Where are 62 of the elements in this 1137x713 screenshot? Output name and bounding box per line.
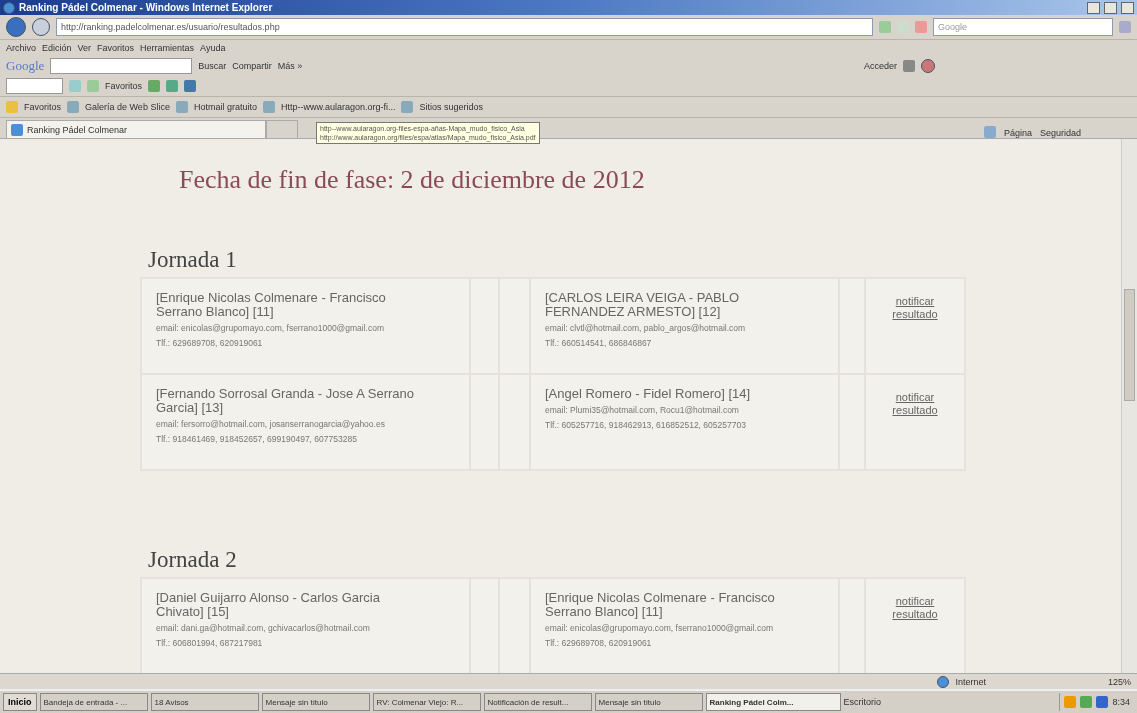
team-phone: Tlf.: 918461469, 918452657, 699190497, 607753285 <box>156 433 358 445</box>
menu-item[interactable]: Archivo <box>6 43 36 53</box>
favorites-link[interactable]: Hotmail gratuito <box>193 102 257 112</box>
toolbar-button[interactable]: Más » <box>277 61 303 71</box>
zone-label: Internet <box>955 676 986 687</box>
address-field[interactable]: http://ranking.padelcolmenar.es/usuario/resultados.php <box>56 18 873 36</box>
toolbar-field[interactable] <box>6 78 63 94</box>
desktop-toolbar[interactable]: Escritorio <box>843 697 882 707</box>
taskbar-item[interactable]: RV: Colmenar Viejo: R... <box>372 693 481 711</box>
close-button[interactable] <box>1121 1 1134 14</box>
team-email: email: fersorro@hotmail.com, josanserranogarcia@yahoo.es <box>156 418 386 430</box>
team-phone: Tlf.: 606801994, 687217981 <box>156 637 264 649</box>
menu-item[interactable]: Favoritos <box>97 43 135 53</box>
taskbar-item[interactable]: Notificación de result... <box>483 693 592 711</box>
window-title: Ranking Pádel Colmenar - Windows Internet Explorer <box>19 2 274 13</box>
team-phone: Tlf.: 629689708, 620919061 <box>545 637 653 649</box>
team-name: [Angel Romero - Fidel Romero] [14] <box>545 387 752 401</box>
favorites-link[interactable]: Galería de Web Slice <box>85 102 170 112</box>
toolbar-search-field[interactable] <box>50 58 193 74</box>
taskbar-item[interactable]: Mensaje sin título <box>261 693 370 711</box>
team-phone: Tlf.: 660514541, 686846867 <box>545 337 653 349</box>
toolbar-button[interactable]: Compartir <box>232 61 272 71</box>
team-name: [Fernando Sorrosal Granda - Jose A Serrano Garcia] [13] <box>156 387 415 415</box>
team-phone: Tlf.: 605257716, 918462913, 616852512, 605257703 <box>545 419 747 431</box>
zoom-level[interactable]: 125% <box>1107 676 1131 687</box>
tab-label: Ranking Pádel Colmenar <box>27 124 128 135</box>
toolbar-button[interactable]: Buscar <box>198 61 227 71</box>
toolbar-logo: Google <box>6 58 45 74</box>
minimize-button[interactable] <box>1087 1 1100 14</box>
team-email: email: clvtl@hotmail.com, pablo_argos@hotmail.com <box>545 322 747 334</box>
browser-tab[interactable]: Ranking Pádel Colmenar <box>6 120 266 138</box>
team-email: email: dani.ga@hotmail.com, gchivacarlos@hotmail.com <box>156 622 371 634</box>
favorites-title[interactable]: Favoritos <box>24 102 61 112</box>
team-email: email: enicolas@grupomayo.com, fserrano1000@gmail.com <box>545 622 774 634</box>
scrollbar[interactable] <box>1121 139 1137 673</box>
team-email: email: Plumi35@hotmail.com, Rocu1@hotmail.com <box>545 404 740 416</box>
menu-item[interactable]: Herramientas <box>140 43 195 53</box>
team-name: [Daniel Guijarro Alonso - Carlos Garcia Chivato] [15] <box>156 591 381 619</box>
clock: 8:34 <box>1112 697 1130 707</box>
favorites-link[interactable]: Http--www.aularagon.org-fi... <box>280 102 396 112</box>
taskbar-item[interactable]: Mensaje sin título <box>594 693 703 711</box>
taskbar-item[interactable]: 18 Avisos <box>150 693 259 711</box>
team-email: email: enicolas@grupomayo.com, fserrano1000@gmail.com <box>156 322 385 334</box>
command-button[interactable]: Página <box>1003 128 1032 138</box>
maximize-button[interactable] <box>1104 1 1117 14</box>
sign-in-button[interactable]: Acceder <box>863 61 897 71</box>
taskbar-item[interactable]: Bandeja de entrada - ... <box>39 693 148 711</box>
team-name: [CARLOS LEIRA VEIGA - PABLO FERNANDEZ ARMESTO] [12] <box>545 291 741 319</box>
round-heading: Jornada 2 <box>148 547 238 573</box>
team-name: [Enrique Nicolas Colmenare - Francisco Serrano Blanco] [11] <box>156 291 387 319</box>
team-name: [Enrique Nicolas Colmenare - Francisco Serrano Blanco] [11] <box>545 591 776 619</box>
menu-item[interactable]: Ayuda <box>200 43 226 53</box>
favorites-button[interactable]: Favoritos <box>105 81 142 91</box>
menu-item[interactable]: Ver <box>77 43 92 53</box>
team-phone: Tlf.: 629689708, 620919061 <box>156 337 264 349</box>
start-button[interactable]: Inicio <box>3 693 37 711</box>
favorites-link[interactable]: Sitios sugeridos <box>419 102 484 112</box>
command-button[interactable]: Seguridad <box>1039 128 1081 138</box>
menu-item[interactable]: Edición <box>42 43 72 53</box>
taskbar-item[interactable]: Ranking Pádel Colm... <box>705 693 841 711</box>
deadline-heading: Fecha de fin de fase: 2 de diciembre de 2012 <box>179 165 646 195</box>
round-heading: Jornada 1 <box>148 247 238 273</box>
